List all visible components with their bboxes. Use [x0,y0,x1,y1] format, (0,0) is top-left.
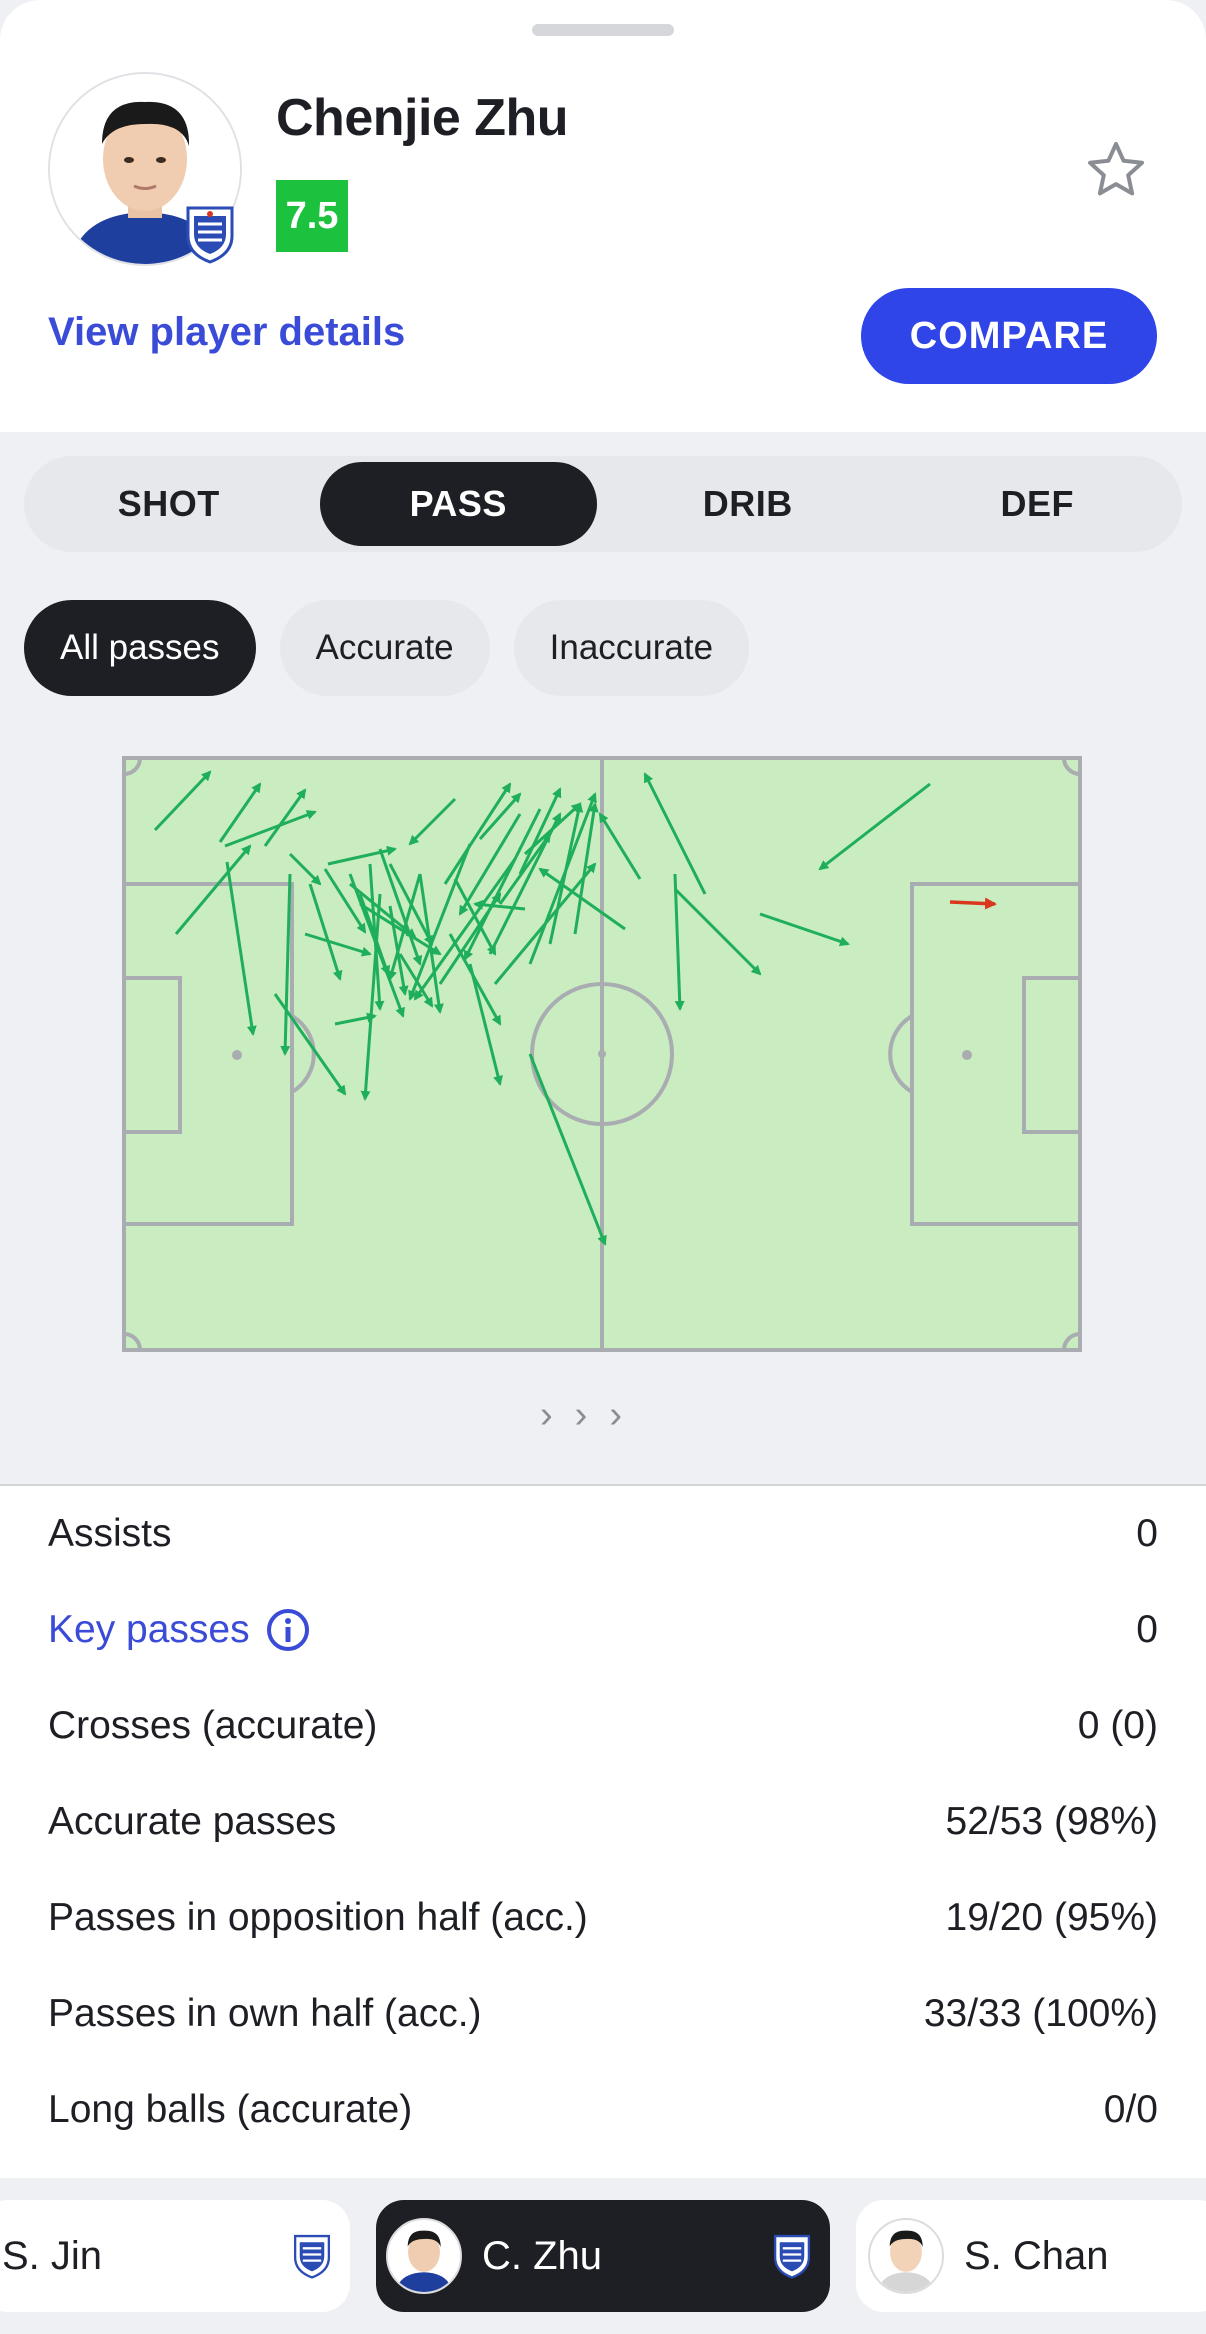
stat-value: 19/20 (95%) [945,1896,1158,1939]
stat-label: Passes in opposition half (acc.) [48,1896,588,1939]
stat-label: Crosses (accurate) [48,1704,378,1747]
stat-value: 0 [1136,1512,1158,1555]
penalty-spot-left [232,1050,242,1060]
player-header-card: Chenjie Zhu 7.5 View player details COMP… [0,0,1206,432]
stat-row: Key passes 0 [48,1582,1158,1678]
key-passes-link[interactable]: Key passes [48,1608,310,1652]
stat-row: Long balls (accurate) 0/0 [48,2062,1158,2158]
stat-row: Assists 0 [48,1486,1158,1582]
stat-label: Accurate passes [48,1800,337,1843]
stat-label: Long balls (accurate) [48,2088,413,2131]
player-card-s-jin[interactable]: S. Jin [0,2200,350,2312]
inaccurate-pass-arrow [949,897,997,910]
filter-accurate[interactable]: Accurate [279,600,490,696]
tab-pass[interactable]: PASS [319,462,597,546]
team-crest-icon [773,2234,811,2279]
pass-stats-list: Assists 0 Key passes 0 Crosses (accurate… [0,1484,1206,2178]
player-card-s-chan[interactable]: S. Chan [856,2200,1206,2312]
stat-row: Crosses (accurate) 0 (0) [48,1678,1158,1774]
player-card-name: C. Zhu [482,2233,603,2278]
pass-filter-chips: All passes Accurate Inaccurate [24,600,750,696]
tab-drib[interactable]: DRIB [609,462,887,546]
pass-map [122,756,1082,1352]
info-icon[interactable] [266,1608,310,1652]
stat-label: Assists [48,1512,172,1555]
team-crest-icon [186,206,234,264]
stat-value: 0 [1136,1608,1158,1651]
sheet-grabber[interactable] [532,24,674,36]
stat-row: Passes in own half (acc.) 33/33 (100%) [48,1966,1158,2062]
chevron-right-icon: › [540,1394,553,1436]
player-switcher: S. Jin C. Zhu S. Chan [0,2190,1206,2334]
star-icon[interactable] [1084,138,1148,202]
stat-value: 33/33 (100%) [923,1992,1158,2035]
team-crest-icon [293,2234,331,2279]
chevron-right-icon: › [574,1394,588,1436]
player-card-name: S. Chan [964,2233,1109,2278]
penalty-spot-right [962,1050,972,1060]
compare-button[interactable]: COMPARE [861,288,1157,384]
tab-shot[interactable]: SHOT [30,462,308,546]
stat-value: 52/53 (98%) [945,1800,1158,1843]
player-card-avatar [868,2218,944,2294]
stat-label: Key passes [48,1608,250,1651]
filter-all-passes[interactable]: All passes [24,600,256,696]
stat-category-tabs: SHOT PASS DRIB DEF [24,456,1182,552]
stat-row: Passes in opposition half (acc.) 19/20 (… [48,1870,1158,1966]
stat-row: Accurate passes 52/53 (98%) [48,1774,1158,1870]
filter-inaccurate[interactable]: Inaccurate [513,600,750,696]
center-spot [598,1050,606,1058]
tab-def[interactable]: DEF [899,462,1177,546]
pagination-chevrons[interactable]: › › › [540,1394,622,1437]
player-card-c-zhu[interactable]: C. Zhu [376,2200,830,2312]
player-rating-badge: 7.5 [276,180,348,252]
player-card-name: S. Jin [2,2233,103,2278]
stat-label: Passes in own half (acc.) [48,1992,482,2035]
view-player-details-link[interactable]: View player details [48,310,405,355]
player-name: Chenjie Zhu [276,89,569,147]
player-card-avatar [386,2218,462,2294]
stat-value: 0 (0) [1077,1704,1158,1747]
chevron-right-icon: › [609,1394,622,1436]
stat-value: 0/0 [1103,2088,1158,2131]
